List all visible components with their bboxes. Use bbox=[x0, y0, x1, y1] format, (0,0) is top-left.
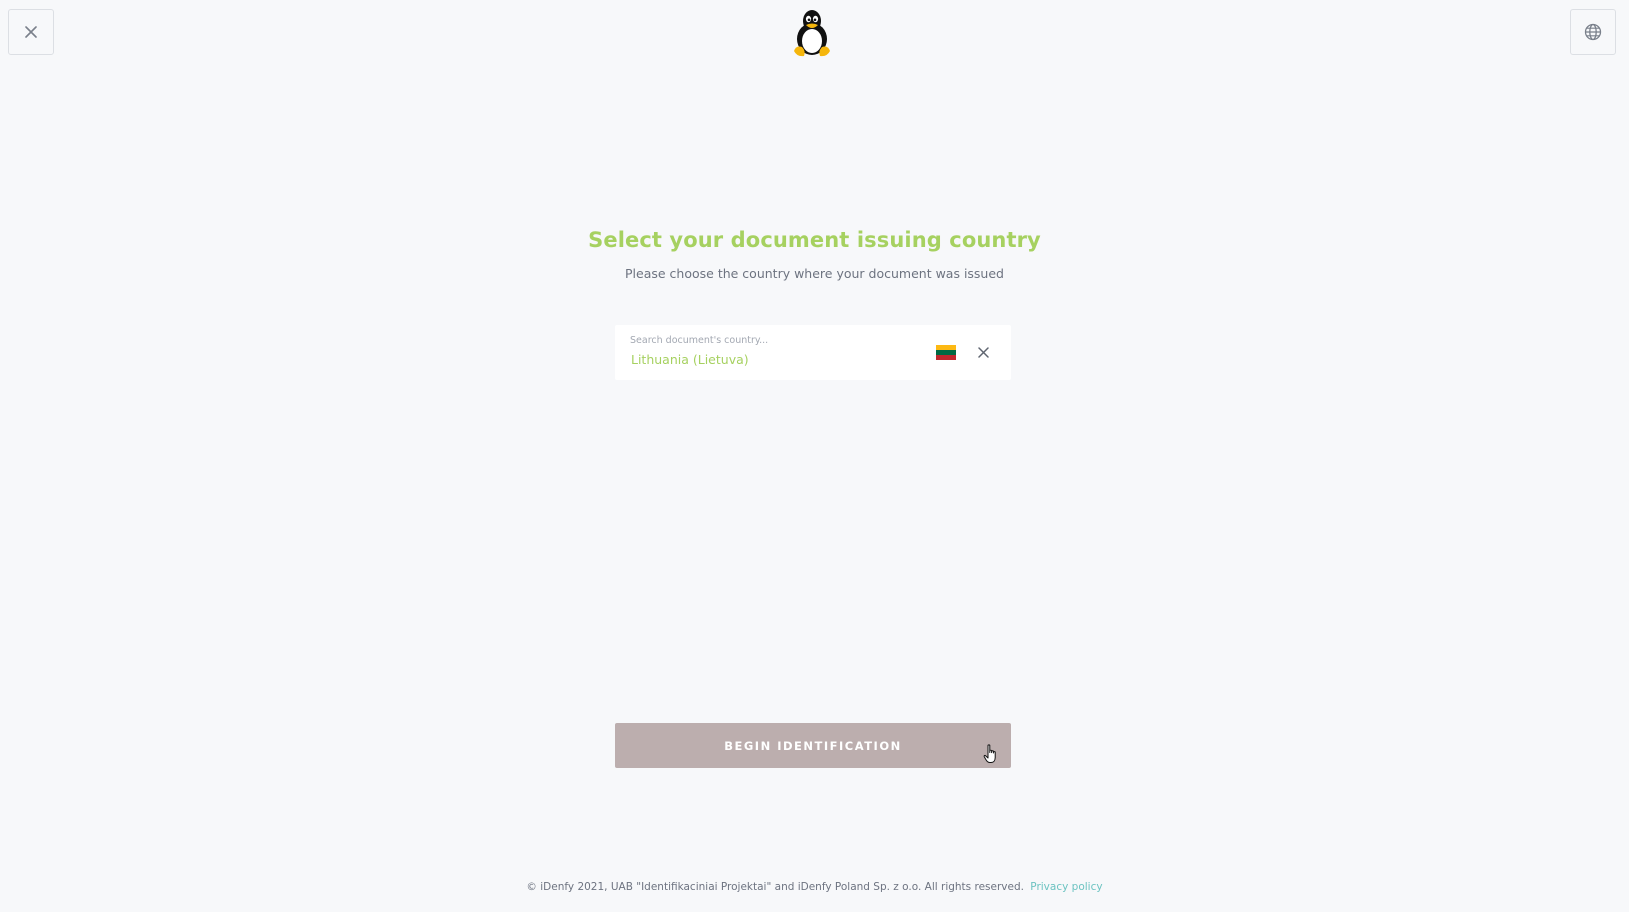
page-title: Select your document issuing country bbox=[588, 228, 1041, 252]
language-button[interactable] bbox=[1570, 9, 1616, 55]
close-button[interactable] bbox=[8, 9, 54, 55]
clear-country-button[interactable] bbox=[975, 344, 991, 360]
country-field-label: Search document's country... bbox=[630, 335, 769, 346]
footer: © iDenfy 2021, UAB "Identifikaciniai Pro… bbox=[0, 881, 1629, 893]
page-subtitle: Please choose the country where your doc… bbox=[625, 266, 1004, 281]
globe-icon bbox=[1584, 23, 1602, 41]
close-icon bbox=[25, 26, 37, 38]
privacy-policy-link[interactable]: Privacy policy bbox=[1030, 881, 1102, 893]
hand-cursor-icon bbox=[983, 744, 996, 763]
close-icon bbox=[977, 346, 989, 358]
country-select[interactable]: Search document's country... bbox=[615, 325, 1011, 380]
country-search-input[interactable] bbox=[631, 352, 931, 367]
begin-identification-button[interactable]: BEGIN IDENTIFICATION bbox=[615, 723, 1011, 768]
tux-penguin-logo bbox=[794, 10, 830, 57]
lithuania-flag-icon bbox=[936, 345, 956, 360]
footer-copyright: © iDenfy 2021, UAB "Identifikaciniai Pro… bbox=[526, 881, 1024, 893]
